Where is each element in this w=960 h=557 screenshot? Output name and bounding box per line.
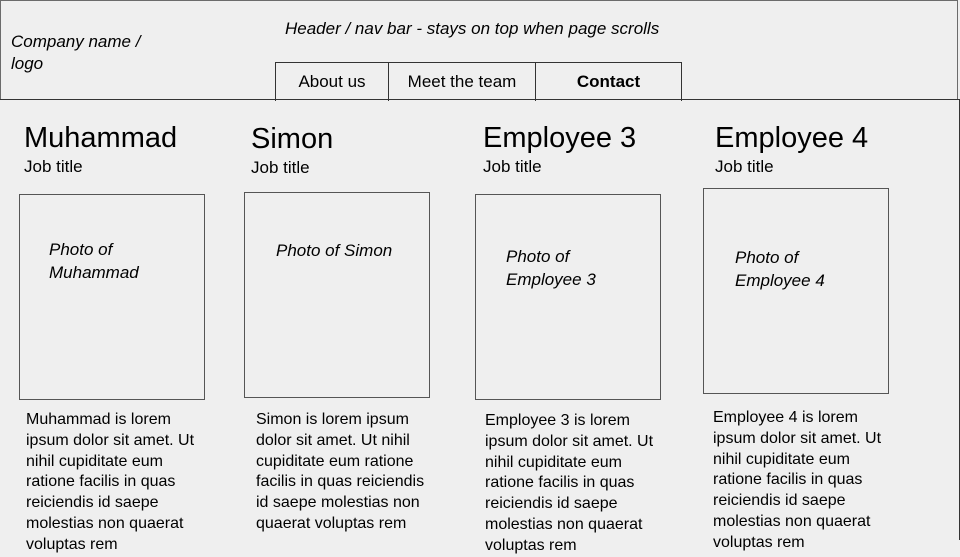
member-bio: Employee 4 is lorem ipsum dolor sit amet… [713, 409, 882, 551]
main-nav: About us Meet the team Contact [275, 62, 682, 101]
company-logo[interactable]: Company name / logo [11, 31, 161, 75]
header-nav-bar: Company name / logo Header / nav bar - s… [0, 0, 958, 101]
member-name: Employee 4 [715, 122, 869, 154]
member-bio: Simon is lorem ipsum dolor sit amet. Ut … [256, 411, 425, 532]
member-photo-label: Photo of Employee 4 [735, 248, 825, 290]
member-photo-placeholder [244, 192, 430, 398]
member-photo-label: Photo of Muhammad [49, 240, 139, 282]
member-name: Simon [251, 123, 334, 155]
nav-tab-about-us[interactable]: About us [275, 62, 389, 101]
member-photo-placeholder [19, 194, 205, 400]
nav-tab-contact[interactable]: Contact [536, 62, 682, 101]
member-bio: Muhammad is lorem ipsum dolor sit amet. … [26, 411, 195, 553]
member-photo-label: Photo of Employee 3 [506, 247, 596, 289]
member-job-title: Job title [251, 158, 310, 177]
member-bio: Employee 3 is lorem ipsum dolor sit amet… [485, 412, 654, 554]
member-job-title: Job title [715, 157, 774, 176]
nav-tab-meet-the-team[interactable]: Meet the team [389, 62, 536, 101]
member-name: Employee 3 [483, 122, 637, 154]
member-photo-placeholder [475, 194, 661, 400]
member-job-title: Job title [24, 157, 83, 176]
member-photo-label: Photo of Simon [276, 241, 393, 260]
header-annotation: Header / nav bar - stays on top when pag… [285, 19, 660, 38]
member-name: Muhammad [24, 122, 178, 154]
member-job-title: Job title [483, 157, 542, 176]
